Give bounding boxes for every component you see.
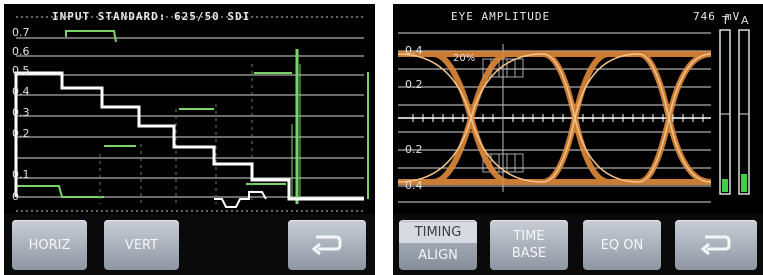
eye-graph (393, 4, 763, 214)
horiz-button-label: HORIZ (28, 237, 71, 253)
y-label: 0.2 (405, 78, 423, 91)
eye-pattern-screen: EYE AMPLITUDE 746 mV T A 0.4 20% 0.2 0.2… (393, 4, 763, 275)
return-button[interactable] (288, 220, 366, 270)
y-label: 0.4 (405, 44, 423, 57)
y-label: 0.1 (12, 168, 30, 181)
return-arrow-icon (310, 231, 344, 260)
time-base-top-label: TIME (513, 229, 545, 244)
horiz-button[interactable]: HORIZ (12, 220, 87, 270)
y-label: 0.3 (12, 106, 30, 119)
y-label: 0.4 (405, 179, 423, 192)
meter-label-t: T (722, 14, 729, 27)
y-label: 0.2 (12, 127, 30, 140)
time-base-bottom-label: BASE (511, 246, 547, 261)
meter-label-a: A (741, 14, 749, 27)
percent-marker: 20% (453, 53, 476, 64)
waveform-graph (4, 4, 375, 214)
return-arrow-icon (699, 231, 733, 260)
y-label: 0.4 (12, 85, 30, 98)
softkey-bar: TIMING ALIGN TIME BASE EQ ON (393, 214, 763, 275)
timing-align-bottom-label: ALIGN (418, 248, 458, 263)
time-base-button[interactable]: TIME BASE (490, 220, 568, 270)
softkey-bar: HORIZ VERT (4, 214, 375, 275)
waveform-plot (14, 16, 369, 212)
eq-on-label: EQ ON (600, 237, 644, 253)
return-button[interactable] (675, 220, 757, 270)
vert-button-label: VERT (124, 237, 159, 253)
eye-amplitude-title: EYE AMPLITUDE (451, 10, 551, 23)
eq-on-button[interactable]: EQ ON (583, 220, 661, 270)
y-label: 0.7 (12, 26, 30, 39)
input-standard-header: INPUT STANDARD: 625/50 SDI (52, 10, 251, 23)
amplitude-value: 746 (693, 10, 716, 23)
timing-align-button[interactable]: TIMING ALIGN (399, 220, 477, 270)
eye-plot (397, 29, 750, 203)
waveform-screen: INPUT STANDARD: 625/50 SDI 0.7 0.6 0.5 0… (4, 4, 375, 275)
vert-button[interactable]: VERT (104, 220, 179, 270)
y-label: 0.5 (12, 64, 30, 77)
y-label: 0.6 (12, 45, 30, 58)
timing-align-top-label: TIMING (399, 222, 477, 243)
y-label: 0 (12, 190, 19, 203)
y-label: 0.2 (405, 143, 423, 156)
